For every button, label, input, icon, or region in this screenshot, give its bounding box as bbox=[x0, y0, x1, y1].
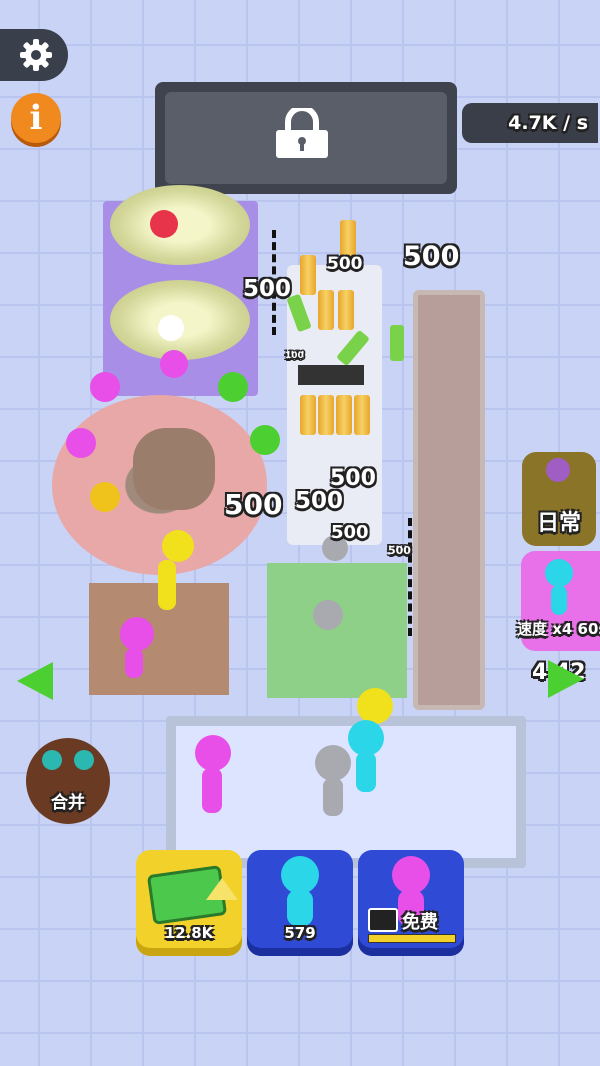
daily-label: 日常 bbox=[536, 511, 581, 536]
floating-value: 500 bbox=[243, 276, 292, 302]
battery bbox=[336, 395, 352, 435]
worker-body bbox=[202, 768, 222, 813]
lock-icon bbox=[276, 108, 328, 158]
worker-figure bbox=[357, 688, 393, 724]
worker-body bbox=[356, 752, 376, 792]
worker-figure bbox=[195, 735, 231, 771]
battery bbox=[300, 255, 316, 295]
wheel-hub bbox=[133, 428, 215, 510]
floating-value: 500 bbox=[331, 522, 369, 543]
runner-icon bbox=[545, 559, 573, 587]
income-rate-display: 4.7K / s bbox=[462, 103, 598, 143]
battery bbox=[354, 395, 370, 435]
worker-figure bbox=[158, 315, 184, 341]
floating-value: 500 bbox=[403, 241, 460, 272]
floating-value: 500 bbox=[388, 544, 411, 557]
worker-figure bbox=[315, 745, 351, 781]
arrow-left-button[interactable] bbox=[17, 662, 53, 700]
shelf-slots bbox=[298, 365, 364, 385]
floating-value: 500 bbox=[327, 254, 363, 274]
floating-value: 500 bbox=[224, 488, 283, 521]
green-battery bbox=[390, 325, 404, 361]
merge-figure-icon bbox=[74, 750, 94, 770]
runner-body bbox=[551, 585, 567, 615]
money-value: 12.8K bbox=[164, 924, 214, 942]
worker-figure bbox=[218, 372, 248, 402]
gift-icon bbox=[546, 458, 570, 482]
merge-label: 合并 bbox=[51, 793, 85, 813]
worker-figure bbox=[162, 530, 194, 562]
conveyor-belt bbox=[413, 290, 485, 710]
worker-icon bbox=[392, 856, 430, 894]
speed-boost-label: 速度 x4 60s bbox=[517, 620, 600, 638]
worker-figure bbox=[250, 425, 280, 455]
info-button[interactable]: i bbox=[11, 93, 61, 143]
free-worker-button[interactable]: 免费 bbox=[358, 850, 464, 956]
floating-value: 500 bbox=[295, 488, 344, 514]
gear-icon bbox=[20, 39, 52, 71]
path-marker bbox=[408, 518, 412, 636]
worker-icon-body bbox=[287, 890, 313, 926]
worker-figure bbox=[313, 600, 343, 630]
green-shelf bbox=[267, 563, 407, 698]
battery bbox=[300, 395, 316, 435]
battery bbox=[338, 290, 354, 330]
arrow-up-icon bbox=[206, 878, 238, 900]
worker-figure bbox=[66, 428, 96, 458]
arrow-right-button[interactable] bbox=[548, 660, 584, 698]
worker-figure bbox=[90, 482, 120, 512]
battery bbox=[318, 290, 334, 330]
worker-figure bbox=[348, 720, 384, 756]
worker-body bbox=[158, 560, 176, 610]
worker-figure bbox=[150, 210, 178, 238]
worker-body bbox=[323, 778, 343, 816]
worker-cost: 579 bbox=[284, 924, 316, 942]
worker-figure bbox=[120, 617, 154, 651]
generator-wheel-top bbox=[110, 185, 250, 265]
settings-button[interactable] bbox=[0, 29, 68, 81]
floating-value: 100 bbox=[285, 351, 304, 361]
worker-figure bbox=[90, 372, 120, 402]
video-icon bbox=[368, 908, 398, 932]
upgrade-income-button[interactable]: 12.8K bbox=[136, 850, 242, 956]
ad-progress-bar bbox=[368, 934, 456, 943]
free-label: 免费 bbox=[402, 912, 438, 933]
add-worker-button[interactable]: 579 bbox=[247, 850, 353, 956]
worker-body bbox=[125, 648, 143, 678]
worker-figure bbox=[160, 350, 188, 378]
battery bbox=[318, 395, 334, 435]
info-label: i bbox=[29, 98, 43, 138]
worker-icon bbox=[281, 856, 319, 894]
merge-figure-icon bbox=[42, 750, 62, 770]
